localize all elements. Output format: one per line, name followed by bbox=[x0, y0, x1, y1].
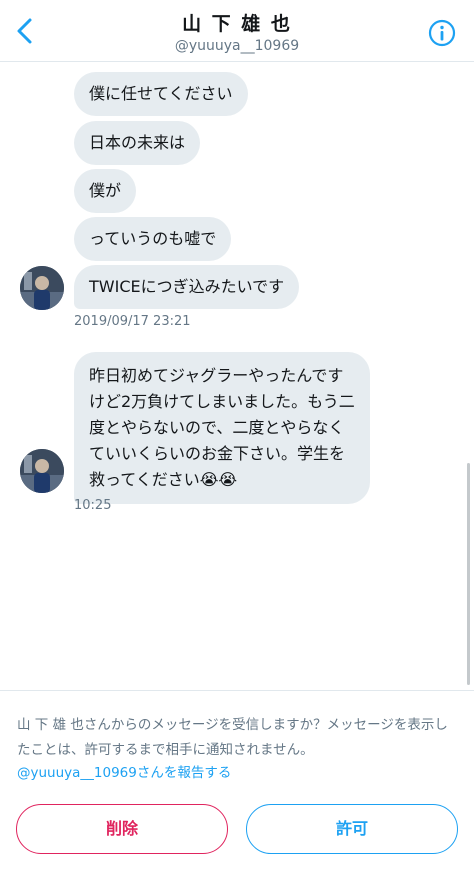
conversation-header: 山 下 雄 也 @yuuuya__10969 bbox=[0, 0, 474, 62]
message-bubble: 昨日初めてジャグラーやったんですけど2万負けてしまいました。もう二度とやらないの… bbox=[74, 352, 370, 504]
message-bubble: 僕が bbox=[74, 169, 137, 213]
info-icon bbox=[428, 19, 456, 47]
message-bubble: 僕に任せてください bbox=[74, 72, 248, 116]
message-request-notice: 山 下 雄 也さんからのメッセージを受信しますか？メッセージを表示したことは、許… bbox=[17, 717, 448, 758]
user-handle: @yuuuya__10969 bbox=[174, 38, 300, 54]
message-bubble: TWICEにつぎ込みたいです bbox=[74, 265, 300, 309]
avatar[interactable] bbox=[20, 266, 64, 310]
page-title: 山 下 雄 也 bbox=[182, 13, 292, 35]
report-user-link[interactable]: @yuuuya__10969さんを報告する bbox=[17, 761, 231, 781]
info-button[interactable] bbox=[428, 19, 456, 47]
avatar[interactable] bbox=[20, 449, 64, 493]
message-timestamp: 10:25 bbox=[74, 498, 112, 513]
message-timestamp: 2019/09/17 23:21 bbox=[74, 314, 191, 329]
message-bubble: っていうのも嘘で bbox=[74, 217, 232, 261]
divider bbox=[0, 690, 474, 691]
allow-button[interactable]: 許可 bbox=[246, 804, 458, 854]
message-bubble: 日本の未来は bbox=[74, 121, 201, 165]
scrollbar[interactable] bbox=[467, 463, 470, 685]
delete-button[interactable]: 削除 bbox=[16, 804, 228, 854]
